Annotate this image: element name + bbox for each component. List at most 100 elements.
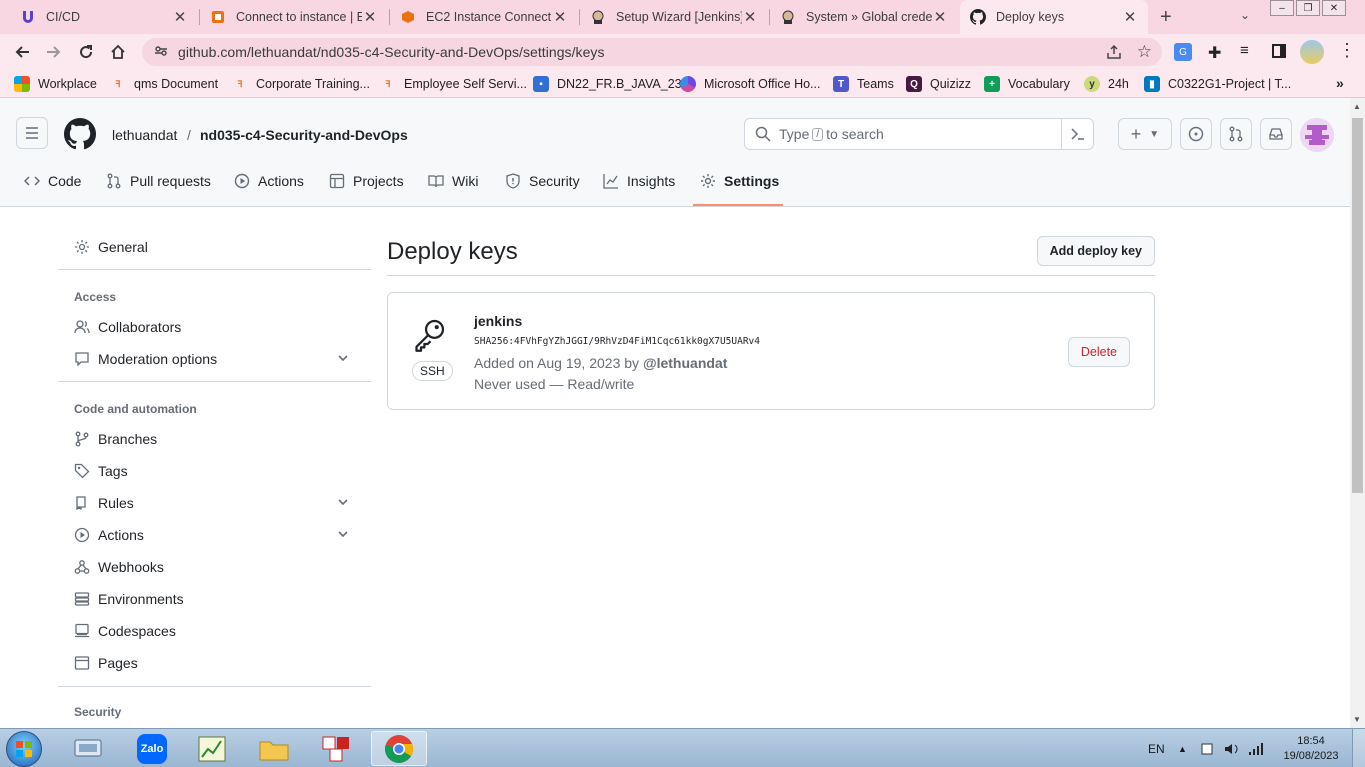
- add-deploy-key-button[interactable]: Add deploy key: [1036, 236, 1155, 266]
- close-icon[interactable]: ✕: [1122, 8, 1138, 26]
- hamburger-menu-button[interactable]: [16, 117, 48, 149]
- key-added-by-link[interactable]: @lethuandat: [643, 355, 727, 371]
- extensions-icon[interactable]: ✚: [1208, 43, 1221, 63]
- browser-tab[interactable]: CI/CD ✕: [10, 0, 198, 34]
- browser-tab[interactable]: Setup Wizard [Jenkins] ✕: [580, 0, 768, 34]
- language-indicator[interactable]: EN: [1148, 729, 1165, 767]
- translate-extension-icon[interactable]: G: [1174, 43, 1192, 61]
- system-clock[interactable]: 18:54 19/08/2023: [1280, 734, 1342, 764]
- chrome-app-icon[interactable]: [371, 731, 427, 766]
- show-hidden-icons[interactable]: ▲: [1178, 729, 1187, 767]
- bookmark-item[interactable]: Q Quizizz: [906, 76, 971, 92]
- bookmark-item[interactable]: ꟻ qms Document: [110, 76, 218, 92]
- sidebar-item-branches[interactable]: Branches: [74, 431, 157, 447]
- inbox-button[interactable]: [1260, 118, 1292, 150]
- sidebar-item-tags[interactable]: Tags: [74, 463, 128, 479]
- bookmark-item[interactable]: ▮ C0322G1-Project | T...: [1144, 76, 1291, 92]
- close-icon[interactable]: ✕: [932, 8, 948, 26]
- scroll-down-icon[interactable]: ▼: [1353, 715, 1361, 724]
- sidebar-item-environments[interactable]: Environments: [74, 591, 184, 607]
- new-tab-icon[interactable]: +: [1160, 6, 1172, 29]
- profile-avatar[interactable]: [1300, 40, 1324, 64]
- show-desktop-button[interactable]: [1352, 729, 1365, 767]
- keyboard-app-icon[interactable]: [60, 731, 116, 766]
- tab-search-icon[interactable]: ⌄: [1240, 8, 1250, 22]
- zalo-app-icon[interactable]: Zalo: [124, 731, 180, 766]
- create-new-button[interactable]: + ▼: [1118, 118, 1172, 150]
- browser-tab[interactable]: Connect to instance | EC ✕: [200, 0, 388, 34]
- scroll-up-icon[interactable]: ▲: [1353, 102, 1361, 111]
- teams-icon: T: [833, 76, 849, 92]
- pull-requests-button[interactable]: [1220, 118, 1252, 150]
- repo-nav-settings[interactable]: Settings: [700, 173, 779, 189]
- chart-app-icon[interactable]: [184, 731, 240, 766]
- close-window-icon[interactable]: ✕: [1322, 0, 1346, 16]
- bookmark-item[interactable]: + Vocabulary: [984, 76, 1070, 92]
- repo-nav-actions[interactable]: Actions: [234, 173, 304, 189]
- repo-nav-security[interactable]: Security: [505, 173, 580, 189]
- sidebar-item-rules[interactable]: Rules: [74, 495, 354, 511]
- repo-nav-pull-requests[interactable]: Pull requests: [106, 173, 211, 189]
- bookmark-item[interactable]: ꟻ Employee Self Servi...: [380, 76, 527, 92]
- github-logo-icon[interactable]: [64, 118, 97, 153]
- sidebar-item-collaborators[interactable]: Collaborators: [74, 319, 181, 335]
- close-icon[interactable]: ✕: [552, 8, 568, 26]
- network-icon[interactable]: [1248, 729, 1264, 767]
- browser-tab[interactable]: EC2 Instance Connect ✕: [390, 0, 578, 34]
- repo-nav-wiki[interactable]: Wiki: [428, 173, 478, 189]
- key-usage-info: Never used — Read/write: [474, 376, 635, 392]
- home-icon[interactable]: [108, 42, 128, 62]
- chevron-down-icon: [336, 527, 358, 544]
- share-icon[interactable]: [1106, 44, 1122, 63]
- side-panel-icon[interactable]: [1272, 44, 1286, 58]
- bookmark-item[interactable]: Workplace: [14, 76, 97, 92]
- bookmark-item[interactable]: Microsoft Office Ho...: [680, 76, 820, 92]
- repo-nav-code[interactable]: Code: [24, 173, 81, 189]
- sidebar-item-label: General: [98, 239, 148, 255]
- sidebar-item-codespaces[interactable]: Codespaces: [74, 623, 176, 639]
- browser-tab[interactable]: System » Global creden ✕: [770, 0, 958, 34]
- sidebar-item-moderation[interactable]: Moderation options: [74, 351, 354, 367]
- reload-icon[interactable]: [76, 42, 96, 62]
- repo-name-link[interactable]: nd035-c4-Security-and-DevOps: [200, 127, 408, 143]
- unikey-app-icon[interactable]: [308, 731, 364, 766]
- chevron-down-icon: [336, 351, 358, 368]
- media-control-icon[interactable]: ≡: [1240, 42, 1249, 59]
- sidebar-item-webhooks[interactable]: Webhooks: [74, 559, 164, 575]
- sidebar-item-actions[interactable]: Actions: [74, 527, 354, 543]
- bookmark-item[interactable]: ▪ DN22_FR.B_JAVA_23: [533, 76, 682, 92]
- scrollbar-thumb[interactable]: [1352, 118, 1363, 493]
- volume-icon[interactable]: [1224, 729, 1240, 767]
- repo-owner-link[interactable]: lethuandat: [112, 127, 177, 143]
- page-scrollbar[interactable]: ▲ ▼: [1350, 98, 1365, 728]
- user-avatar[interactable]: [1300, 118, 1334, 152]
- tray-app-icon[interactable]: [1200, 729, 1214, 767]
- bookmark-item[interactable]: y 24h: [1084, 76, 1129, 92]
- restore-icon[interactable]: ❐: [1296, 0, 1320, 16]
- more-bookmarks-icon[interactable]: »: [1336, 75, 1344, 91]
- address-bar[interactable]: github.com/lethuandat/nd035-c4-Security-…: [142, 38, 1162, 66]
- repo-nav-insights[interactable]: Insights: [603, 173, 675, 189]
- windows-start-icon[interactable]: [6, 731, 42, 767]
- minimize-icon[interactable]: –: [1270, 0, 1294, 16]
- bookmark-item[interactable]: ꟻ Corporate Training...: [232, 76, 370, 92]
- book-icon: [428, 175, 444, 188]
- repo-nav-projects[interactable]: Projects: [329, 173, 404, 189]
- search-input[interactable]: Type / to search: [744, 118, 1094, 150]
- delete-key-button[interactable]: Delete: [1067, 337, 1130, 367]
- issues-button[interactable]: [1180, 118, 1212, 150]
- browser-menu-icon[interactable]: ⋮: [1338, 40, 1356, 61]
- back-icon[interactable]: [12, 42, 32, 62]
- command-palette-icon[interactable]: [1061, 119, 1093, 149]
- close-icon[interactable]: ✕: [742, 8, 758, 26]
- bookmark-star-icon[interactable]: ☆: [1137, 42, 1152, 62]
- file-explorer-icon[interactable]: [246, 731, 302, 766]
- close-icon[interactable]: ✕: [172, 8, 188, 26]
- site-info-icon[interactable]: [154, 44, 168, 61]
- browser-tab-active[interactable]: Deploy keys ✕: [960, 0, 1148, 34]
- close-icon[interactable]: ✕: [362, 8, 378, 26]
- bookmark-item[interactable]: T Teams: [833, 76, 894, 92]
- sidebar-item-pages[interactable]: Pages: [74, 655, 138, 671]
- forward-icon[interactable]: [44, 42, 64, 62]
- sidebar-item-general[interactable]: General: [74, 239, 148, 255]
